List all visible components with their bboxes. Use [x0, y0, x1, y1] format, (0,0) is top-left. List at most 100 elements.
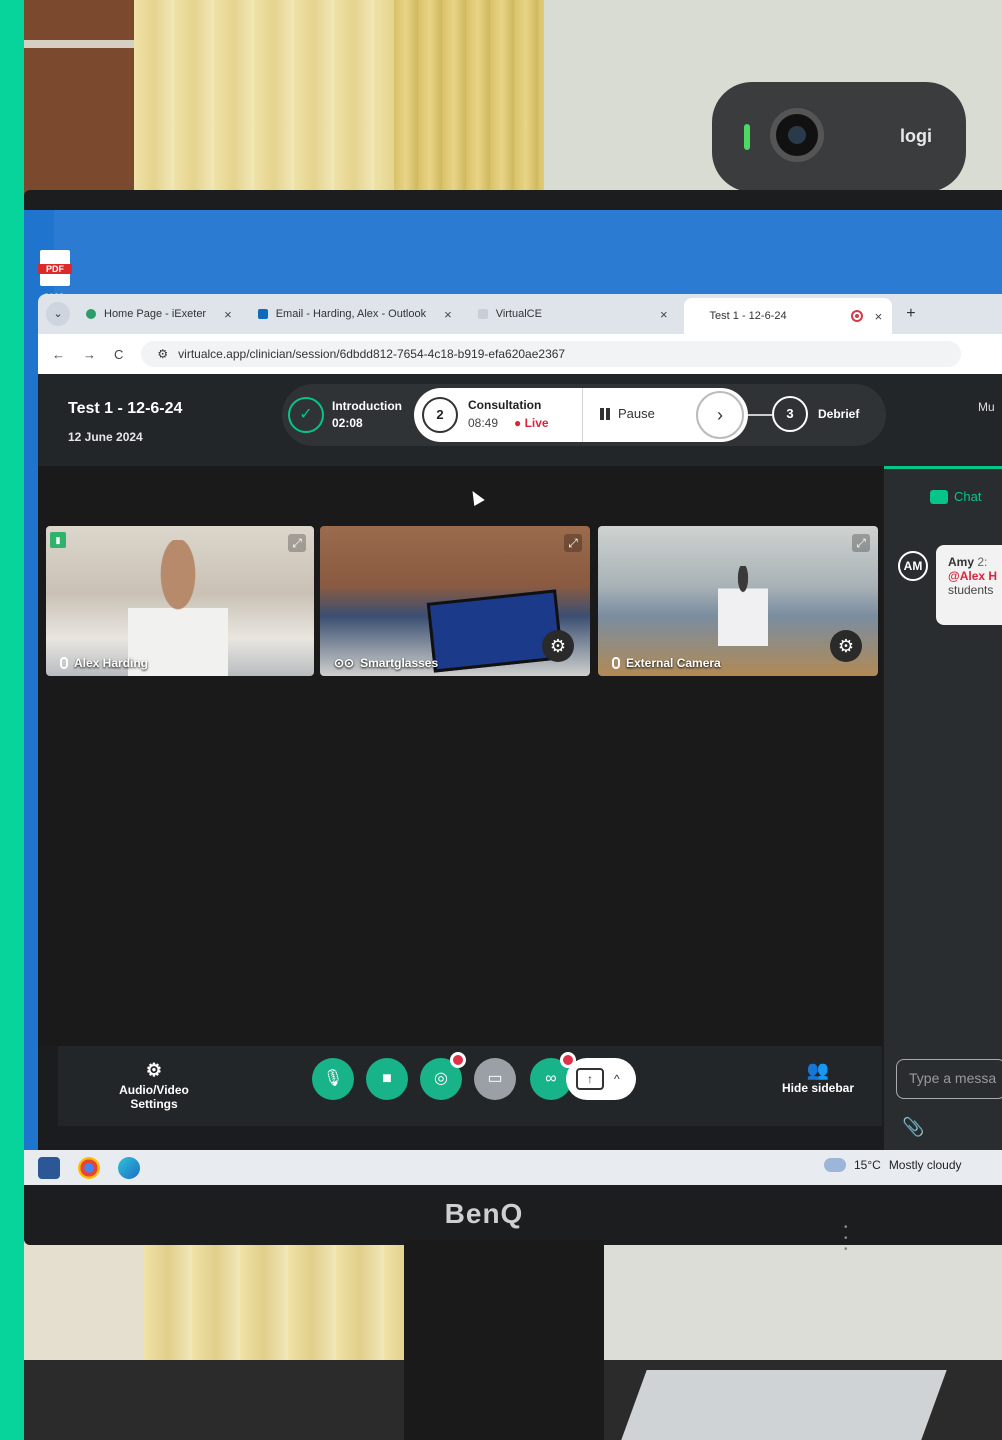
session-stepper: ✓ Introduction 02:08 2 Consultation 08:4…	[282, 384, 886, 446]
tab-close-icon[interactable]: ×	[875, 309, 883, 324]
pause-label: Pause	[618, 406, 655, 421]
gear-icon[interactable]: ⚙	[830, 630, 862, 662]
monitor-brand-logo: BenQ	[444, 1198, 524, 1229]
weather-widget[interactable]: 15°C Mostly cloudy	[824, 1152, 962, 1172]
smartglasses-video	[426, 589, 564, 673]
divider	[582, 388, 583, 442]
outlook-favicon-icon	[257, 309, 268, 319]
message-mention: @Alex H	[948, 569, 998, 583]
expand-icon[interactable]: ⤢	[288, 534, 306, 552]
edge-icon[interactable]	[118, 1156, 140, 1179]
pdf-icon-text: PDF	[38, 264, 72, 274]
microphone-icon: 🎙	[322, 1070, 344, 1087]
windows-taskbar: 15°C Mostly cloudy	[24, 1150, 1002, 1185]
chrome-icon[interactable]	[78, 1156, 100, 1179]
url-text: virtualce.app/clinician/session/6dbdd812…	[178, 347, 566, 361]
consult-label: Consultation	[468, 398, 542, 412]
reload-icon[interactable]: C	[114, 347, 123, 362]
pdf-file-icon[interactable]: PDF	[38, 250, 72, 286]
tab-close-icon[interactable]: ×	[444, 307, 452, 322]
header-menu-label[interactable]: Mu	[978, 400, 995, 414]
screen-share-button[interactable]: ▭	[474, 1058, 516, 1100]
temperature: 15°C	[854, 1158, 881, 1172]
expand-icon[interactable]: ⤢	[564, 534, 582, 552]
virtualce-app: Test 1 - 12-6-24 12 June 2024 ✓ Introduc…	[38, 374, 1002, 1185]
webcam-led	[744, 124, 750, 150]
tab-close-icon[interactable]: ×	[660, 307, 668, 322]
tile-label: External Camera	[612, 656, 721, 670]
webcam-button[interactable]: ◎	[420, 1052, 466, 1100]
tile-label: ⊙⊙ Smartglasses	[334, 656, 438, 670]
word-icon[interactable]	[38, 1156, 60, 1179]
camera-button[interactable]: ■	[366, 1058, 408, 1100]
consult-timer: 08:49	[468, 416, 499, 430]
video-tile-external-camera[interactable]: ⤢ ⚙ External Camera	[598, 526, 878, 676]
back-arrow-icon[interactable]: ←	[52, 347, 65, 362]
cloud-icon	[824, 1152, 846, 1172]
tab-label: Email - Harding, Alex - Outlook	[275, 308, 427, 320]
message-time: 2:	[977, 555, 988, 569]
monitor-buttons: • • •	[844, 1222, 900, 1255]
webcam-logo: logi	[900, 126, 932, 146]
gear-icon[interactable]: ⚙	[542, 630, 574, 662]
notification-badge	[450, 1052, 466, 1068]
tab-email-outlook[interactable]: Email - Harding, Alex - Outlook ×	[248, 299, 462, 329]
signal-strength-icon: ▮	[50, 532, 66, 548]
new-tab-button[interactable]: +	[906, 305, 915, 323]
tile-label: Alex Harding	[60, 656, 148, 670]
step-connector	[748, 414, 772, 416]
check-icon: ✓	[288, 397, 324, 433]
video-tile-alex-harding[interactable]: ▮ ⤢ Alex Harding	[46, 526, 314, 676]
debrief-label: Debrief	[818, 406, 860, 421]
virtualce-favicon-icon	[477, 309, 488, 319]
video-camera-icon: ■	[382, 1070, 392, 1087]
recording-icon	[850, 310, 863, 322]
participant-name: Smartglasses	[360, 656, 439, 670]
monitor-icon: ▭	[487, 1070, 503, 1087]
forward-arrow-icon[interactable]: →	[83, 347, 96, 362]
expand-icon[interactable]: ⤢	[852, 534, 870, 552]
avatar: AM	[898, 551, 928, 581]
call-controls: ⚙ Audio/Video Settings 🎙 ■ ◎ ▭ ∞ ↑ ^ 👥 H…	[58, 1046, 882, 1126]
intro-time: 02:08	[332, 416, 363, 430]
chevron-up-icon[interactable]: ^	[614, 1072, 620, 1086]
window	[24, 0, 134, 200]
webcam: logi	[712, 82, 966, 192]
tab-label: VirtualCE	[495, 308, 542, 320]
av-settings-label: Audio/Video Settings	[119, 1083, 189, 1111]
microphone-button[interactable]: 🎙	[312, 1058, 354, 1100]
tab-list-button[interactable]: ⌄	[46, 302, 70, 326]
site-info-icon[interactable]: ⚙	[157, 347, 168, 361]
video-tile-smartglasses[interactable]: ⤢ ⚙ ⊙⊙ Smartglasses	[320, 526, 590, 676]
tab-close-icon[interactable]: ×	[224, 307, 232, 322]
mic-off-icon	[612, 657, 620, 669]
tab-home-page[interactable]: Home Page - iExeter ×	[76, 299, 242, 329]
audio-video-settings-button[interactable]: ⚙ Audio/Video Settings	[94, 1060, 214, 1111]
tab-test-session[interactable]: Test 1 - 12-6-24 ×	[683, 298, 893, 334]
session-title: Test 1 - 12-6-24	[68, 400, 183, 417]
pause-button[interactable]: Pause	[600, 406, 655, 421]
step-consultation: 2 Consultation 08:49 ● Live Pause ›	[414, 388, 748, 442]
session-date: 12 June 2024	[68, 430, 143, 444]
monitor-screen: PDF 2023 ⌄ Home Page - iExeter × Email -…	[24, 210, 1002, 1185]
hide-sidebar-button[interactable]: 👥 Hide sidebar	[768, 1060, 868, 1095]
chat-icon	[930, 489, 948, 504]
message-text: students	[948, 583, 994, 597]
tab-chat[interactable]: Chat	[930, 489, 981, 504]
url-field[interactable]: ⚙ virtualce.app/clinician/session/6dbdd8…	[141, 341, 962, 367]
tab-virtualce[interactable]: VirtualCE ×	[468, 299, 678, 329]
step-introduction: ✓ Introduction 02:08	[288, 390, 418, 440]
next-step-button[interactable]: ›	[696, 391, 744, 439]
gear-icon: ⚙	[145, 1060, 163, 1080]
paperclip-icon[interactable]: 📎	[902, 1117, 924, 1138]
curtain-shadow	[394, 0, 544, 200]
glasses-icon: ∞	[545, 1070, 557, 1087]
chat-message: Amy 2: @Alex H students	[936, 545, 1002, 625]
chat-message-input[interactable]: Type a messa	[896, 1059, 1002, 1099]
participant-name: Alex Harding	[74, 656, 149, 670]
monitor-stand	[404, 1240, 604, 1440]
room-background: logi BenQ • • • PDF 2023 ⌄ Home Page - i…	[24, 0, 1002, 1440]
external-camera-video	[718, 566, 768, 646]
upload-menu-button[interactable]: ↑ ^	[566, 1058, 636, 1100]
upload-icon: ↑	[576, 1068, 604, 1090]
